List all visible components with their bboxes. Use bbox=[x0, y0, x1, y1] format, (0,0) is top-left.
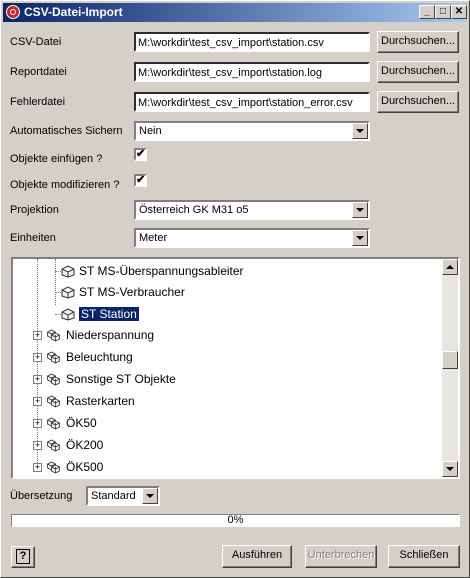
minimize-button[interactable]: _ bbox=[419, 5, 435, 19]
scroll-thumb[interactable] bbox=[442, 351, 458, 369]
tree-group[interactable]: ÖK500 bbox=[45, 457, 103, 477]
units-select[interactable]: Meter bbox=[134, 228, 370, 248]
cubes-icon bbox=[47, 329, 60, 342]
translation-label: Übersetzung bbox=[10, 490, 73, 502]
progress-text: 0% bbox=[227, 514, 244, 526]
tree-group-label: ÖK500 bbox=[66, 460, 104, 474]
chevron-down-icon[interactable] bbox=[352, 230, 368, 246]
interrupt-button[interactable]: Unterbrechen bbox=[305, 545, 377, 568]
tree-connector bbox=[37, 259, 38, 469]
tree-group-label: Niederspannung bbox=[66, 328, 155, 342]
modify-objects-checkbox[interactable]: ✔ bbox=[134, 174, 147, 187]
autosave-select[interactable]: Nein bbox=[134, 121, 370, 141]
autosave-label: Automatisches Sichern bbox=[10, 125, 123, 137]
cubes-icon bbox=[47, 395, 60, 408]
tree-group-label: ÖK50 bbox=[66, 416, 97, 430]
tree-group[interactable]: ÖK200 bbox=[45, 435, 103, 455]
tree-item[interactable]: ST MS-Verbraucher bbox=[61, 282, 185, 302]
window-title: CSV-Datei-Import bbox=[24, 5, 123, 19]
chevron-down-icon[interactable] bbox=[352, 123, 368, 139]
tree-group[interactable]: ÖK50 bbox=[45, 413, 97, 433]
cubes-icon bbox=[47, 351, 60, 364]
projection-select[interactable]: Österreich GK M31 o5 bbox=[134, 200, 370, 220]
title-bar: CSV-Datei-Import _ □ ✕ bbox=[3, 3, 467, 22]
chevron-down-icon[interactable] bbox=[352, 202, 368, 218]
projection-value: Österreich GK M31 o5 bbox=[139, 204, 249, 216]
expand-icon[interactable]: + bbox=[33, 331, 42, 340]
cubes-icon bbox=[47, 417, 60, 430]
tree-group[interactable]: Niederspannung bbox=[45, 325, 154, 345]
object-tree[interactable]: ST MS-Überspannungsableiter ST MS-Verbra… bbox=[11, 257, 460, 479]
tree-scrollbar[interactable] bbox=[442, 259, 458, 477]
expand-icon[interactable]: + bbox=[33, 419, 42, 428]
expand-icon[interactable]: + bbox=[33, 375, 42, 384]
csv-file-label: CSV-Datei bbox=[10, 36, 62, 48]
expand-icon[interactable]: + bbox=[33, 397, 42, 406]
tree-connector bbox=[55, 259, 56, 305]
tree-item-selected[interactable]: ST Station bbox=[61, 304, 139, 324]
insert-objects-label: Objekte einfügen ? bbox=[10, 153, 103, 165]
csv-browse-button[interactable]: Durchsuchen... bbox=[377, 31, 459, 53]
maximize-button[interactable]: □ bbox=[435, 5, 451, 19]
error-browse-button[interactable]: Durchsuchen... bbox=[377, 91, 459, 113]
cube-icon bbox=[61, 286, 75, 299]
cube-icon bbox=[61, 265, 75, 278]
report-file-label: Reportdatei bbox=[10, 66, 67, 78]
report-browse-button[interactable]: Durchsuchen... bbox=[377, 61, 459, 83]
csv-file-field[interactable]: M:\workdir\test_csv_import\station.csv bbox=[134, 32, 370, 52]
modify-objects-label: Objekte modifizieren ? bbox=[10, 179, 120, 191]
tree-group-label: Rasterkarten bbox=[66, 394, 135, 408]
tree-group[interactable]: Beleuchtung bbox=[45, 347, 133, 367]
progress-bar: 0% bbox=[11, 514, 460, 527]
error-file-label: Fehlerdatei bbox=[10, 96, 66, 108]
tree-item-label: ST MS-Überspannungsableiter bbox=[79, 264, 244, 278]
tree-item-label: ST MS-Verbraucher bbox=[79, 285, 185, 299]
scroll-up-button[interactable] bbox=[442, 259, 458, 275]
help-button[interactable]: ? bbox=[11, 546, 35, 568]
cubes-icon bbox=[47, 373, 60, 386]
report-file-field[interactable]: M:\workdir\test_csv_import\station.log bbox=[134, 62, 370, 82]
tree-item[interactable]: ST MS-Überspannungsableiter bbox=[61, 261, 244, 281]
help-icon: ? bbox=[16, 549, 30, 564]
tree-group-label: Sonstige ST Objekte bbox=[66, 372, 176, 386]
close-button[interactable]: ✕ bbox=[451, 5, 467, 19]
tree-group-label: Beleuchtung bbox=[66, 350, 133, 364]
scroll-down-button[interactable] bbox=[442, 461, 458, 477]
expand-icon[interactable]: + bbox=[33, 463, 42, 472]
tree-group-label: ÖK200 bbox=[66, 438, 104, 452]
close-dialog-button[interactable]: Schließen bbox=[388, 545, 460, 568]
app-icon bbox=[6, 5, 20, 19]
autosave-value: Nein bbox=[139, 125, 162, 137]
csv-import-window: CSV-Datei-Import _ □ ✕ CSV-Datei M:\work… bbox=[0, 0, 470, 578]
tree-item-label: ST Station bbox=[79, 307, 139, 321]
tree-group[interactable]: Rasterkarten bbox=[45, 391, 135, 411]
run-button[interactable]: Ausführen bbox=[222, 545, 292, 568]
units-value: Meter bbox=[139, 232, 168, 244]
expand-icon[interactable]: + bbox=[33, 441, 42, 450]
error-file-field[interactable]: M:\workdir\test_csv_import\station_error… bbox=[134, 92, 370, 112]
tree-group[interactable]: Sonstige ST Objekte bbox=[45, 369, 176, 389]
projection-label: Projektion bbox=[10, 204, 59, 216]
chevron-down-icon[interactable] bbox=[142, 488, 158, 504]
translation-value: Standard bbox=[91, 490, 136, 502]
cube-icon bbox=[61, 308, 75, 321]
translation-select[interactable]: Standard bbox=[86, 486, 160, 506]
cubes-icon bbox=[47, 461, 60, 474]
cubes-icon bbox=[47, 439, 60, 452]
insert-objects-checkbox[interactable]: ✔ bbox=[134, 148, 147, 161]
expand-icon[interactable]: + bbox=[33, 353, 42, 362]
units-label: Einheiten bbox=[10, 232, 56, 244]
